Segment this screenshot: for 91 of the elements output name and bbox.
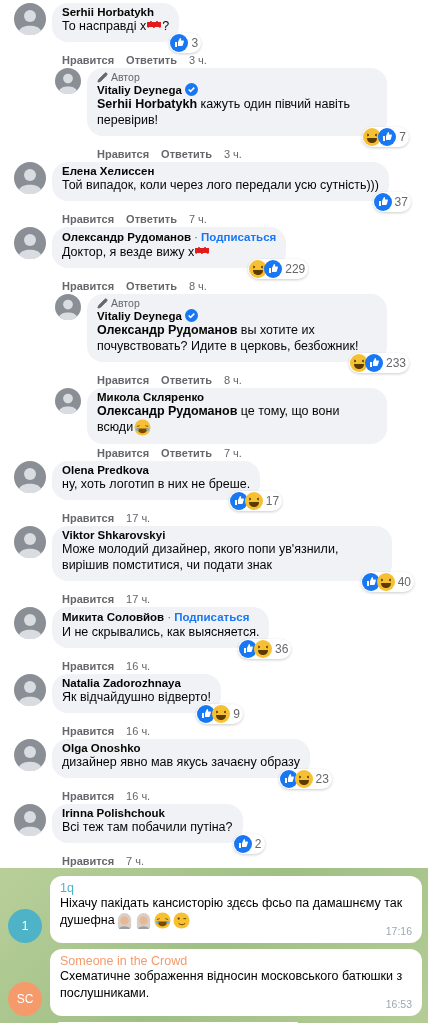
like-link[interactable]: Нравится — [62, 660, 115, 673]
comment-time: 16 ч. — [126, 725, 151, 738]
follow-link[interactable]: Подписаться — [201, 231, 277, 243]
reaction-count[interactable]: 7 — [362, 127, 409, 147]
commenter-name[interactable]: Vitaliy Deynega — [97, 309, 182, 322]
commenter-name[interactable]: Vitaliy Deynega — [97, 83, 182, 96]
comment-time: 16 ч. — [126, 660, 151, 673]
like-link[interactable]: Нравится — [97, 447, 150, 460]
reply-link[interactable]: Ответить — [161, 374, 212, 386]
reaction-count[interactable]: 23 — [278, 769, 332, 790]
commenter-name[interactable]: Serhii Horbatykh — [62, 6, 155, 18]
comment-text: Як відчайдушно відверто! — [62, 689, 211, 706]
comment-text: Може молодий дизайнер, якого попи ув'язнили, вирішив помститися, чи подати знак — [62, 541, 340, 574]
commenter-name[interactable]: Olena Predkova — [62, 464, 149, 477]
commenter-name[interactable]: Микола Скляренко — [97, 391, 205, 403]
comment-text: Олександр Рудоманов вы хотите их почувствовать? Идите в церковь, безбожник! — [97, 322, 360, 354]
reaction-count[interactable]: 9 — [196, 704, 243, 725]
follow-link[interactable]: Подписаться — [174, 611, 250, 624]
message-text: Схематичне зображення відносин московського батюшки з послушниками. — [60, 968, 403, 1001]
like-link[interactable]: Нравится — [62, 54, 115, 66]
comment-text: И не скрывались, как выясняется. — [62, 624, 260, 641]
comment-time: 17 ч. — [126, 512, 151, 525]
comment-time: 8 ч. — [188, 280, 207, 292]
reply-link[interactable]: Ответить — [126, 213, 177, 225]
sender-avatar: 1 — [8, 909, 42, 944]
commenter-name[interactable]: Olga Onoshko — [62, 742, 141, 755]
like-link[interactable]: Нравится — [62, 280, 115, 292]
like-link[interactable]: Нравится — [62, 790, 115, 803]
reaction-count[interactable]: 233 — [348, 353, 409, 373]
sender-avatar: SC — [8, 982, 42, 1017]
reaction-count[interactable]: 40 — [360, 572, 414, 593]
comment-time: 8 ч. — [223, 374, 242, 386]
commenter-name[interactable]: Natalia Zadorozhnaya — [62, 677, 181, 690]
reaction-count[interactable]: 3 — [169, 33, 202, 53]
comment-time: 17 ч. — [126, 593, 151, 606]
reply-link[interactable]: Ответить — [126, 54, 177, 66]
avatar — [14, 607, 46, 640]
comment-text: Serhii Horbatykh кажуть один півчий навіть перевірив! — [97, 96, 352, 128]
author-label: Автор — [111, 297, 140, 309]
sender-name: Someone in the Crowd — [60, 954, 188, 969]
like-link[interactable]: Нравится — [62, 725, 115, 738]
comment-text: Доктор, я везде вижу х — [62, 244, 277, 260]
reaction-count[interactable]: 17 — [228, 491, 283, 512]
reaction-count[interactable]: 2 — [232, 834, 265, 855]
reply-link[interactable]: Ответить — [161, 148, 212, 160]
like-link[interactable]: Нравится — [62, 593, 115, 606]
commenter-name[interactable]: Елена Хелиссен — [62, 165, 155, 177]
sender-name: 1q — [60, 881, 74, 895]
reaction-count[interactable]: 37 — [372, 192, 411, 212]
like-link[interactable]: Нравится — [62, 512, 115, 525]
pencil-icon — [97, 71, 108, 83]
avatar — [14, 526, 46, 559]
like-link[interactable]: Нравится — [62, 213, 115, 225]
comment-text: То насправді х ? — [62, 18, 170, 34]
comment-time: 3 ч. — [223, 148, 242, 160]
author-label: Автор — [111, 71, 140, 83]
avatar — [14, 162, 46, 194]
commenter-name[interactable]: Viktor Shkarovskyi — [62, 529, 166, 542]
like-link[interactable]: Нравится — [97, 148, 150, 160]
commenter-name[interactable]: Микита Соловйов — [62, 611, 165, 624]
avatar — [14, 3, 46, 35]
like-link[interactable]: Нравится — [62, 855, 115, 868]
avatar — [55, 294, 81, 320]
separator-dot: · — [194, 230, 199, 244]
commenter-name[interactable]: Irinna Polishchouk — [62, 807, 165, 820]
comment-text: Той випадок, коли через лого передали усю сутність))) — [62, 177, 379, 193]
reaction-count[interactable]: 36 — [238, 639, 292, 660]
avatar — [55, 68, 81, 94]
avatar — [14, 739, 46, 772]
message-time: 16:53 — [385, 998, 412, 1011]
comment-text: дизайнер явно мав якусь зачаєну образу — [62, 754, 300, 771]
comment-text: Олександр Рудоманов це тому, що вони всюди — [97, 403, 377, 437]
comment-time: 7 ч. — [126, 855, 145, 868]
avatar — [14, 461, 46, 494]
avatar — [14, 674, 46, 707]
like-link[interactable]: Нравится — [97, 374, 150, 386]
reaction-count[interactable]: 229 — [248, 259, 309, 279]
comment-time: 7 ч. — [223, 447, 242, 460]
comment-text: ну, хоть логотип в них не бреше. — [62, 476, 251, 493]
avatar — [14, 804, 46, 837]
avatar — [14, 227, 46, 259]
avatar — [55, 388, 81, 414]
comment-time: 7 ч. — [188, 213, 207, 225]
reply-link[interactable]: Ответить — [126, 280, 177, 292]
pencil-icon — [97, 297, 108, 309]
comment-time: 16 ч. — [126, 790, 151, 803]
comment-text: Всі теж там побачили путіна? — [62, 819, 233, 836]
commenter-name[interactable]: Олександр Рудоманов — [62, 231, 192, 243]
separator-dot: · — [167, 610, 172, 625]
comment-time: 3 ч. — [188, 54, 207, 66]
reply-link[interactable]: Ответить — [161, 447, 212, 460]
